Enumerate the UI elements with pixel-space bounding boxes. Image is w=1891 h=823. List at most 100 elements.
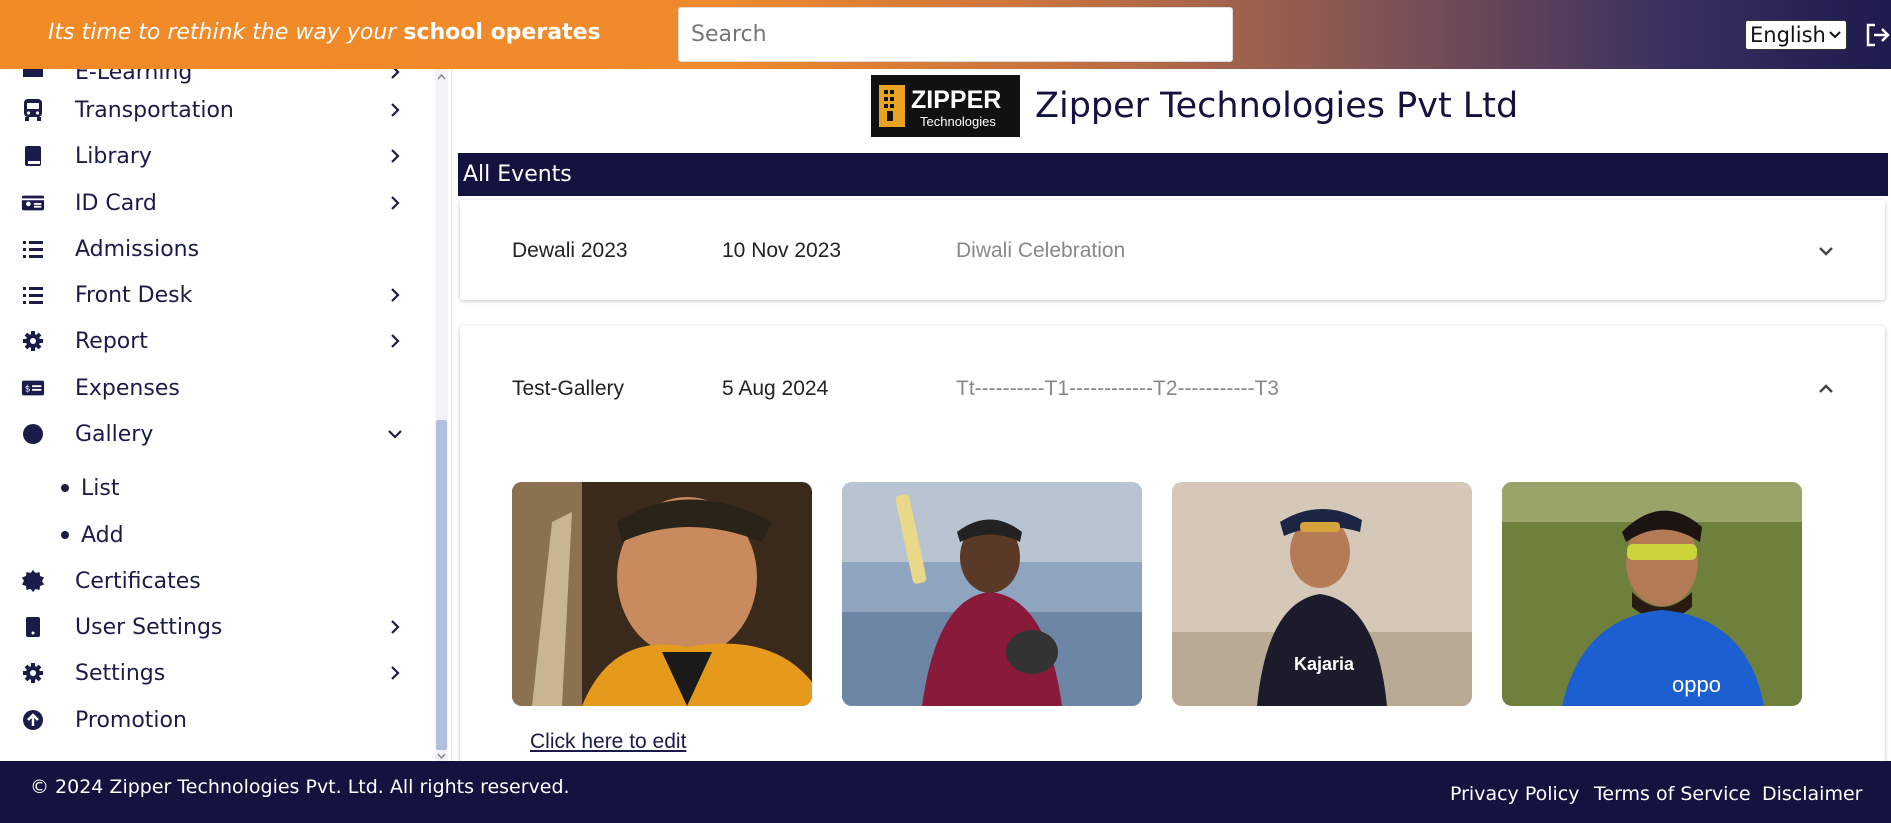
sub-item-label: Add: [81, 522, 124, 548]
logo-subtext: Technologies: [920, 114, 996, 129]
chevron-right-icon: [391, 620, 400, 634]
disclaimer-link[interactable]: Disclaimer: [1762, 783, 1862, 805]
gallery-photo[interactable]: Kajaria: [1172, 482, 1472, 706]
mobile-icon: [21, 615, 45, 639]
id-card-icon: [21, 191, 45, 215]
chevron-right-icon: [391, 196, 400, 210]
chevron-right-icon: [391, 69, 400, 79]
gallery-photo[interactable]: [842, 482, 1142, 706]
language-value: English: [1750, 23, 1826, 47]
bullet-icon: [61, 484, 69, 492]
photo-image: [512, 482, 812, 706]
sidebar-item-expenses[interactable]: $ Expenses: [0, 365, 440, 411]
zipper-logo-icon: ZIPPER Technologies: [879, 85, 1001, 129]
sidebar-item-settings[interactable]: Settings: [0, 650, 440, 696]
brand-header: ZIPPER Technologies Zipper Technologies …: [871, 75, 1518, 137]
chevron-down-icon: [388, 430, 402, 439]
sub-item-label: List: [81, 475, 120, 501]
book-icon: [21, 144, 45, 168]
sidebar-item-label: Front Desk: [75, 282, 193, 308]
edit-gallery-link[interactable]: Click here to edit: [530, 730, 686, 754]
chevron-down-icon[interactable]: [1816, 241, 1836, 261]
privacy-policy-link[interactable]: Privacy Policy: [1450, 783, 1579, 805]
chevron-right-icon: [391, 666, 400, 680]
photo-image: [842, 482, 1142, 706]
money-icon: $: [21, 376, 45, 400]
sidebar-item-label: Admissions: [75, 236, 200, 262]
circle-icon: [21, 422, 45, 446]
sidebar-item-label: Gallery: [75, 421, 154, 447]
sidebar-item-label: Expenses: [75, 375, 180, 401]
sidebar-item-gallery[interactable]: Gallery: [0, 411, 440, 457]
header-tagline: Its time to rethink the way your school …: [48, 20, 601, 45]
chevron-right-icon: [391, 334, 400, 348]
chevron-right-icon: [391, 149, 400, 163]
scroll-down-icon[interactable]: [437, 751, 446, 760]
chevron-right-icon: [391, 288, 400, 302]
event-description: Diwali Celebration: [956, 239, 1126, 262]
sidebar-item-id-card[interactable]: ID Card: [0, 180, 440, 226]
laptop-icon: [21, 69, 45, 84]
chevron-right-icon: [391, 103, 400, 117]
sidebar-item-label: Report: [75, 328, 148, 354]
gear-icon: [21, 329, 45, 353]
tagline-italic: Its time to rethink the way your: [48, 20, 404, 45]
sidebar-item-label: Promotion: [75, 707, 187, 733]
gallery-sub-add[interactable]: Add: [0, 515, 440, 555]
logout-icon[interactable]: [1864, 20, 1891, 50]
sidebar-item-label: Certificates: [75, 568, 201, 594]
event-summary-row[interactable]: Test-Gallery 5 Aug 2024 Tt----------T1--…: [460, 369, 1885, 409]
search-input[interactable]: [678, 7, 1233, 62]
logo-text: ZIPPER: [911, 86, 1001, 114]
sidebar-item-label: Library: [75, 143, 152, 169]
sidebar-item-promotion[interactable]: Promotion: [0, 697, 440, 743]
event-date: 10 Nov 2023: [722, 239, 842, 262]
sidebar-scrollbar-thumb[interactable]: [436, 420, 447, 750]
event-name: Dewali 2023: [512, 239, 628, 262]
language-select[interactable]: English: [1745, 20, 1847, 50]
page-title: Zipper Technologies Pvt Ltd: [1035, 86, 1519, 126]
event-date: 5 Aug 2024: [722, 377, 829, 400]
gallery-photo[interactable]: [512, 482, 812, 706]
photo-image: oppo: [1502, 482, 1802, 706]
sidebar-item-front-desk[interactable]: Front Desk: [0, 272, 440, 318]
svg-text:Kajaria: Kajaria: [1294, 654, 1355, 674]
sidebar-item-admissions[interactable]: Admissions: [0, 226, 440, 272]
certificate-icon: [21, 569, 45, 593]
footer: © 2024 Zipper Technologies Pvt. Ltd. All…: [0, 761, 1891, 823]
copyright-text: © 2024 Zipper Technologies Pvt. Ltd. All…: [30, 776, 570, 798]
event-summary-row[interactable]: Dewali 2023 10 Nov 2023 Diwali Celebrati…: [460, 231, 1885, 271]
sidebar-item-report[interactable]: Report: [0, 318, 440, 364]
event-description: Tt----------T1------------T2-----------T…: [956, 377, 1279, 400]
chevron-down-icon: [1829, 31, 1841, 39]
svg-text:$: $: [25, 384, 31, 395]
sidebar-item-transportation[interactable]: Transportation: [0, 87, 440, 133]
bullet-icon: [61, 531, 69, 539]
zipper-logo: ZIPPER Technologies: [871, 75, 1020, 137]
section-header: All Events: [458, 153, 1888, 196]
sidebar-item-label: E-Learning: [75, 69, 193, 85]
sidebar: E-Learning Transportation Library ID Car…: [0, 69, 452, 761]
sidebar-item-user-settings[interactable]: User Settings: [0, 604, 440, 650]
gallery-photo[interactable]: oppo: [1502, 482, 1802, 706]
list-icon: [21, 237, 45, 261]
sidebar-item-label: Transportation: [75, 97, 234, 123]
tagline-bold: school operates: [403, 20, 601, 45]
top-header: Its time to rethink the way your school …: [0, 0, 1891, 69]
sidebar-item-library[interactable]: Library: [0, 133, 440, 179]
sidebar-item-label: ID Card: [75, 190, 157, 216]
sidebar-item-certificates[interactable]: Certificates: [0, 558, 440, 604]
sidebar-item-label: Settings: [75, 660, 166, 686]
gear-icon: [21, 661, 45, 685]
list-icon: [21, 283, 45, 307]
bus-icon: [21, 98, 45, 122]
photo-image: Kajaria: [1172, 482, 1472, 706]
section-title: All Events: [463, 162, 572, 187]
terms-of-service-link[interactable]: Terms of Service: [1594, 783, 1751, 805]
event-name: Test-Gallery: [512, 377, 625, 400]
chevron-up-icon[interactable]: [1816, 379, 1836, 399]
arrow-up-circle-icon: [21, 708, 45, 732]
scroll-up-icon[interactable]: [437, 73, 446, 82]
event-card[interactable]: Dewali 2023 10 Nov 2023 Diwali Celebrati…: [460, 200, 1885, 300]
gallery-sub-list[interactable]: List: [0, 468, 440, 508]
